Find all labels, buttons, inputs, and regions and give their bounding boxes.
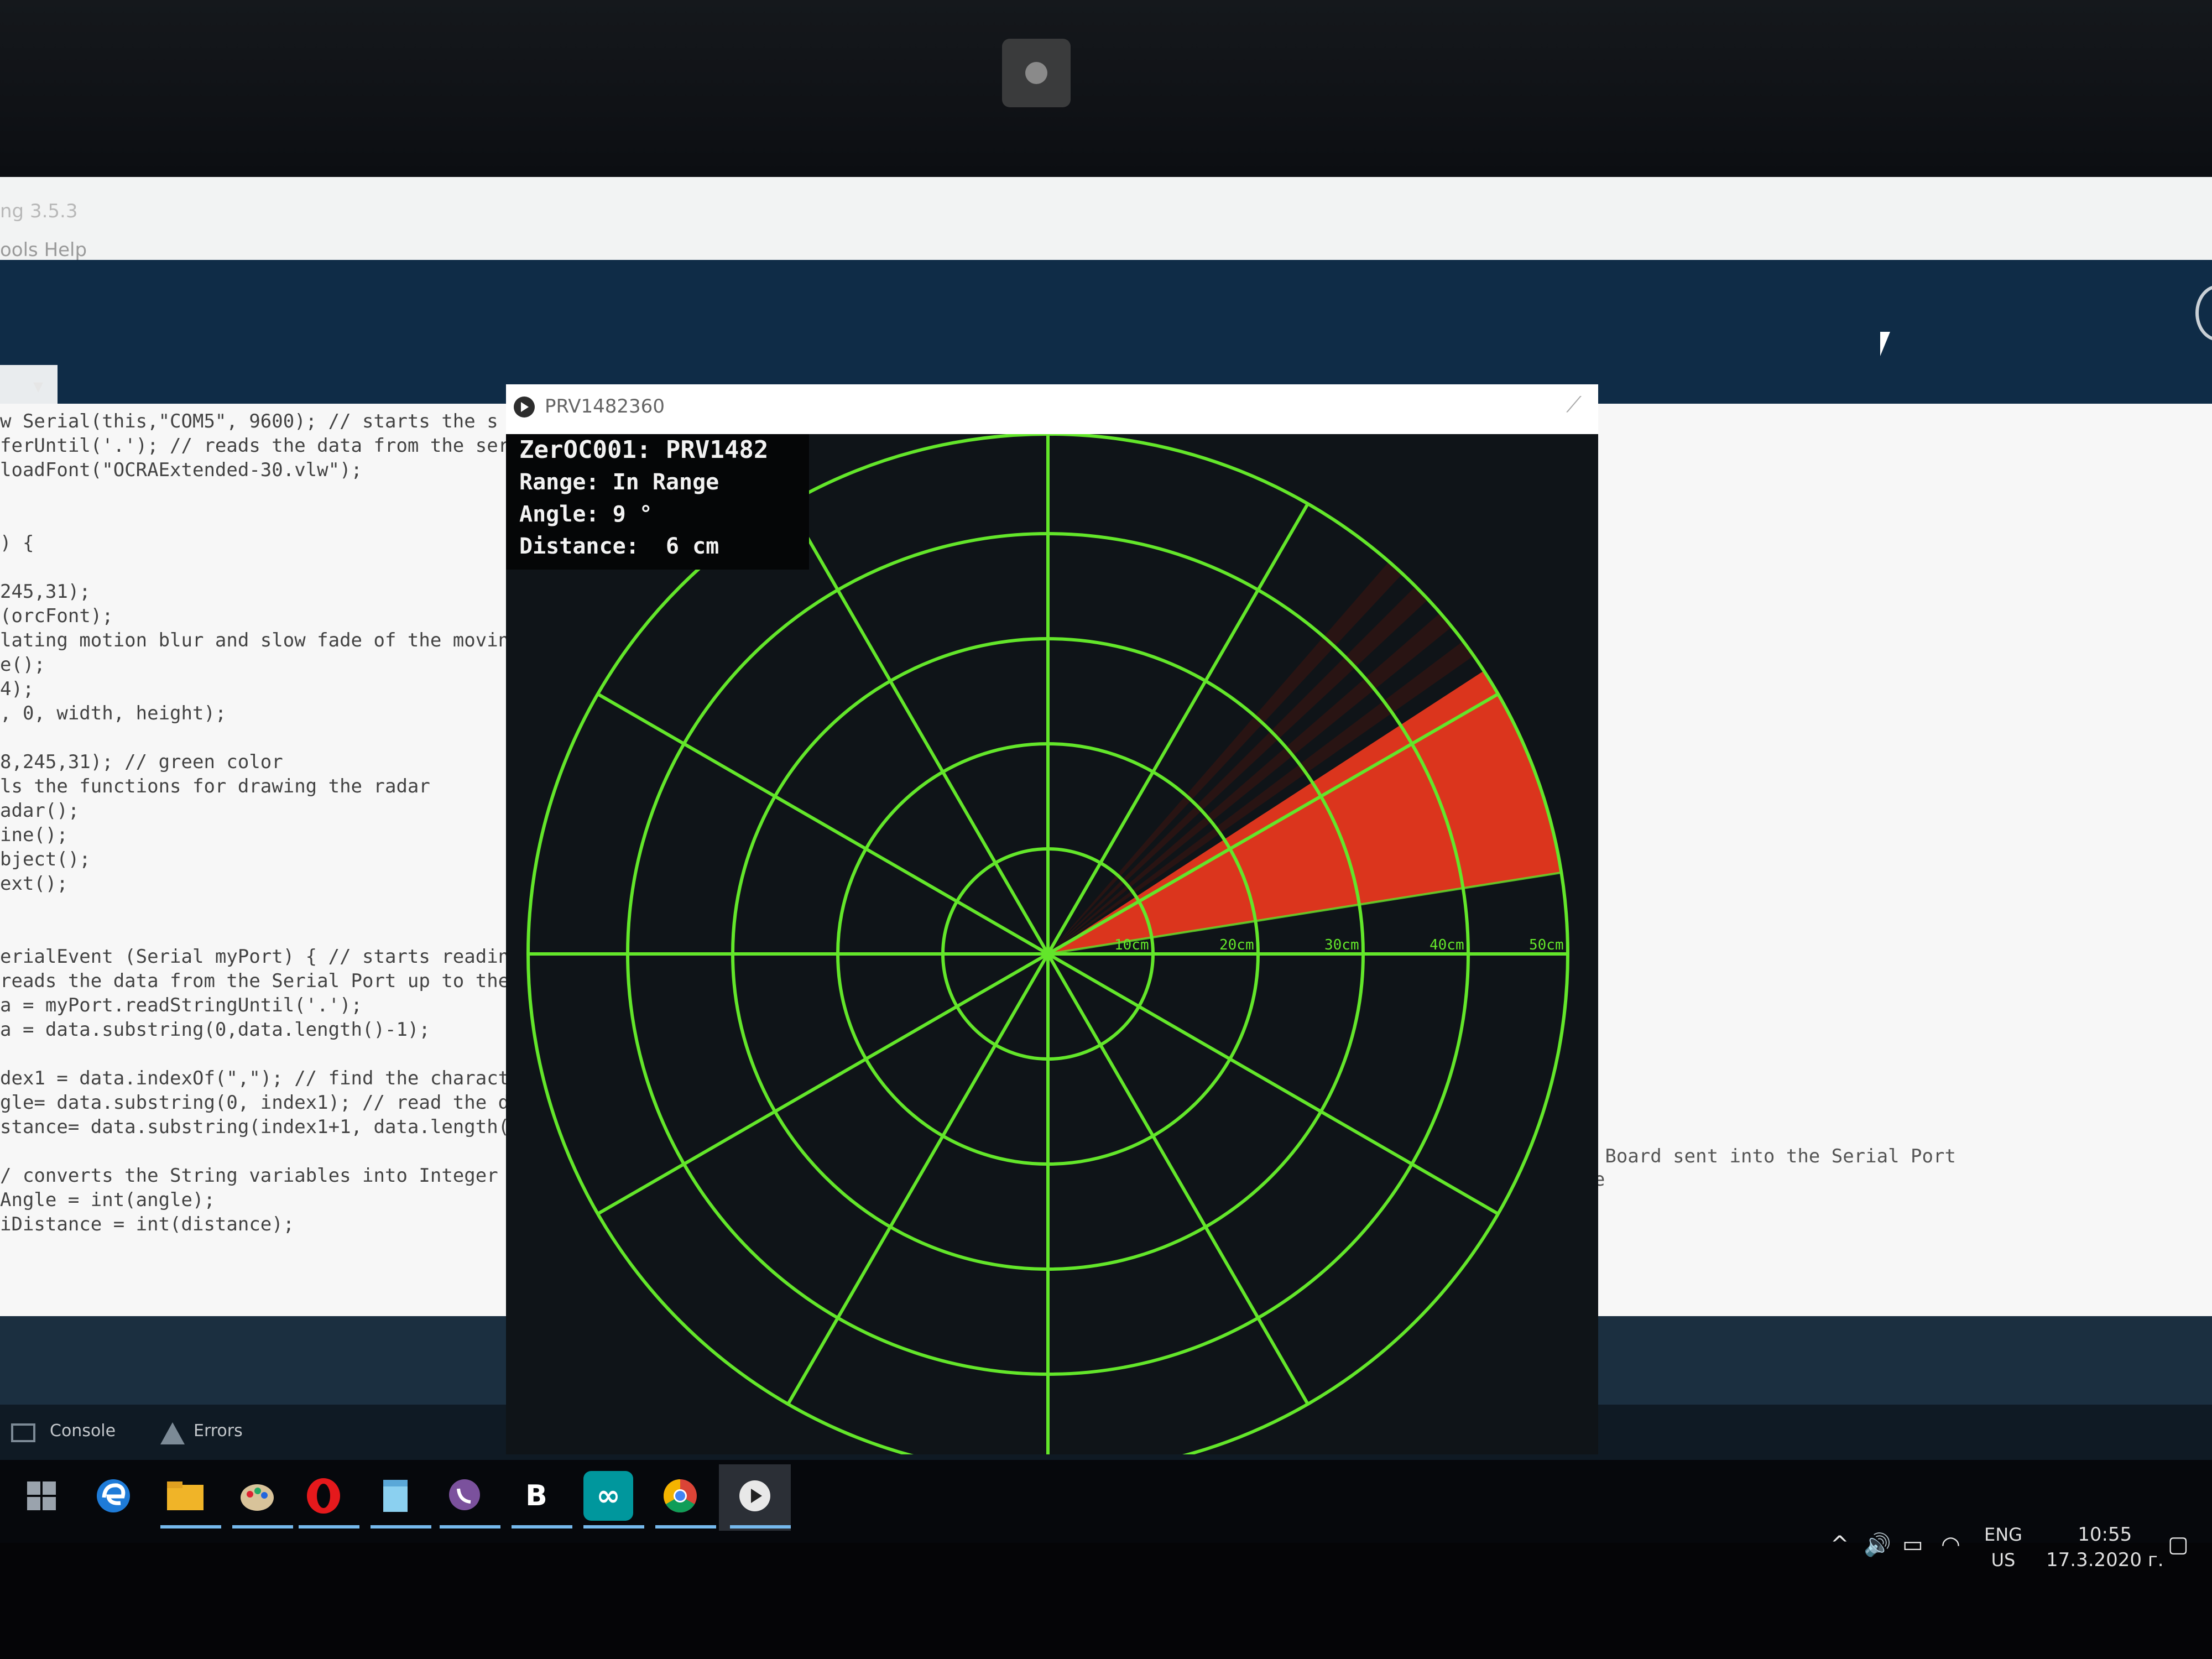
- taskbar-running-indicator: [371, 1525, 431, 1528]
- code-line: e();: [0, 654, 45, 676]
- code-line: 4);: [0, 678, 34, 700]
- opera-icon[interactable]: [299, 1471, 348, 1521]
- radar-canvas: 10cm 20cm 30cm 40cm 50cm ZerOC001: PRV1482 R…: [506, 434, 1598, 1454]
- processing-app-icon: [514, 397, 535, 418]
- taskbar-running-indicator: [299, 1525, 359, 1528]
- code-line: w Serial(this,"COM5", 9600); // starts t…: [0, 410, 498, 432]
- warning-icon: [160, 1422, 185, 1444]
- code-line: iDistance = int(distance);: [0, 1213, 295, 1235]
- code-line: / converts the String variables into Int…: [0, 1165, 498, 1187]
- distance-text: Distance: 6 cm: [519, 534, 719, 559]
- wifi-icon[interactable]: ◠: [1941, 1532, 1960, 1557]
- paint-icon[interactable]: [232, 1471, 282, 1521]
- keyboard-layout: US: [1991, 1550, 2016, 1571]
- taskbar-running-indicator: [160, 1525, 221, 1528]
- monitor-bezel: [0, 0, 2212, 177]
- code-line: , 0, width, height);: [0, 702, 227, 724]
- start-icon[interactable]: [17, 1471, 66, 1521]
- webcam: [1002, 39, 1071, 107]
- code-line: ferUntil('.'); // reads the data from th…: [0, 435, 510, 457]
- chrome-icon[interactable]: [655, 1471, 705, 1521]
- code-line: tance: [1548, 1168, 1956, 1191]
- code-line: a = data.substring(0,data.length()-1);: [0, 1019, 430, 1041]
- ide-window-title: ng 3.5.3: [0, 200, 78, 222]
- code-line: ext();: [0, 873, 68, 895]
- code-line: reads the data from the Serial Port up t…: [0, 970, 577, 992]
- file-explorer-icon[interactable]: [160, 1471, 210, 1521]
- ide-titlebar: [0, 177, 2212, 260]
- taskbar-running-indicator: [583, 1525, 644, 1528]
- code-line: loadFont("OCRAExtended-30.vlw");: [0, 459, 363, 481]
- code-line: 245,31);: [0, 581, 91, 603]
- viber-icon[interactable]: [440, 1471, 489, 1521]
- volume-icon[interactable]: 🔊: [1864, 1532, 1891, 1558]
- code-line: gle= data.substring(0, index1); // read …: [0, 1092, 589, 1114]
- arduino-icon[interactable]: ∞: [583, 1471, 633, 1521]
- language-code: ENG: [1984, 1524, 2022, 1545]
- code-line: stance= data.substring(index1+1, data.le…: [0, 1116, 577, 1138]
- code-editor-text-right[interactable]: uino Board sent into the Serial Porttanc…: [1548, 1145, 1956, 1191]
- system-clock[interactable]: 10:55 17.3.2020 г.: [2046, 1522, 2164, 1573]
- tab-console[interactable]: Console: [50, 1421, 116, 1441]
- object-id-text: ZerOC001: PRV1482: [519, 436, 769, 464]
- language-indicator[interactable]: ENG US: [1984, 1522, 2022, 1573]
- code-line: adar();: [0, 800, 80, 822]
- code-line: a = myPort.readStringUntil('.');: [0, 994, 363, 1016]
- code-line: uino Board sent into the Serial Port: [1548, 1145, 1956, 1167]
- console-icon: [11, 1423, 35, 1442]
- code-line: ls the functions for drawing the radar: [0, 775, 430, 797]
- taskbar-running-indicator: [440, 1525, 500, 1528]
- code-line: dex1 = data.indexOf(","); // find the ch…: [0, 1067, 577, 1089]
- notepad-icon[interactable]: [371, 1471, 420, 1521]
- clock-time: 10:55: [2078, 1524, 2132, 1546]
- taskbar-running-indicator: [730, 1525, 791, 1528]
- tab-errors[interactable]: Errors: [194, 1421, 243, 1441]
- radar-ring-label: 10cm: [1114, 937, 1149, 953]
- notifications-icon[interactable]: ▢: [2168, 1532, 2189, 1557]
- code-line: Angle = int(angle);: [0, 1189, 215, 1211]
- radar-ring-label: 50cm: [1529, 937, 1564, 953]
- range-text: Range: In Range: [519, 469, 719, 495]
- radar-ring-label: 30cm: [1324, 937, 1359, 953]
- code-line: bject();: [0, 848, 91, 870]
- radar-ring-label: 20cm: [1219, 937, 1254, 953]
- editor-tab[interactable]: [0, 365, 58, 406]
- taskbar-running-indicator: [232, 1525, 293, 1528]
- mouse-cursor-icon: [1880, 332, 1900, 356]
- edge-icon[interactable]: [88, 1471, 138, 1521]
- radar-info-panel: ZerOC001: PRV1482 Range: In Range Angle:…: [506, 434, 809, 570]
- chevron-up-icon[interactable]: ^: [1830, 1532, 1849, 1557]
- taskbar-running-indicator: [655, 1525, 716, 1528]
- radar-window-titlebar[interactable]: PRV1482360 ⟋: [506, 384, 1598, 435]
- tab-menu-chevron-icon[interactable]: ▾: [33, 375, 43, 398]
- battery-icon[interactable]: ▭: [1902, 1532, 1923, 1557]
- code-editor-text[interactable]: w Serial(this,"COM5", 9600); // starts t…: [0, 409, 589, 1237]
- window-resize-icon[interactable]: ⟋: [1566, 392, 1582, 418]
- code-line: lating motion blur and slow fade of the …: [0, 629, 521, 651]
- b-app-icon[interactable]: B: [512, 1471, 561, 1521]
- radar-ring-label: 40cm: [1430, 937, 1464, 953]
- code-line: (orcFont);: [0, 605, 113, 627]
- code-line: 8,245,31); // green color: [0, 751, 283, 773]
- ide-menu-bar[interactable]: ools Help: [0, 239, 87, 261]
- code-line: ) {: [0, 532, 34, 554]
- clock-date: 17.3.2020 г.: [2046, 1549, 2164, 1571]
- code-line: ine();: [0, 824, 68, 846]
- radar-display: 10cm 20cm 30cm 40cm 50cm: [526, 434, 1569, 1454]
- processing-icon[interactable]: [730, 1471, 780, 1521]
- radar-window-title: PRV1482360: [545, 395, 665, 418]
- monitor-bottom-bezel: [0, 1543, 2212, 1659]
- taskbar-running-indicator: [512, 1525, 572, 1528]
- code-line: erialEvent (Serial myPort) { // starts r…: [0, 946, 566, 968]
- angle-text: Angle: 9 °: [519, 502, 653, 527]
